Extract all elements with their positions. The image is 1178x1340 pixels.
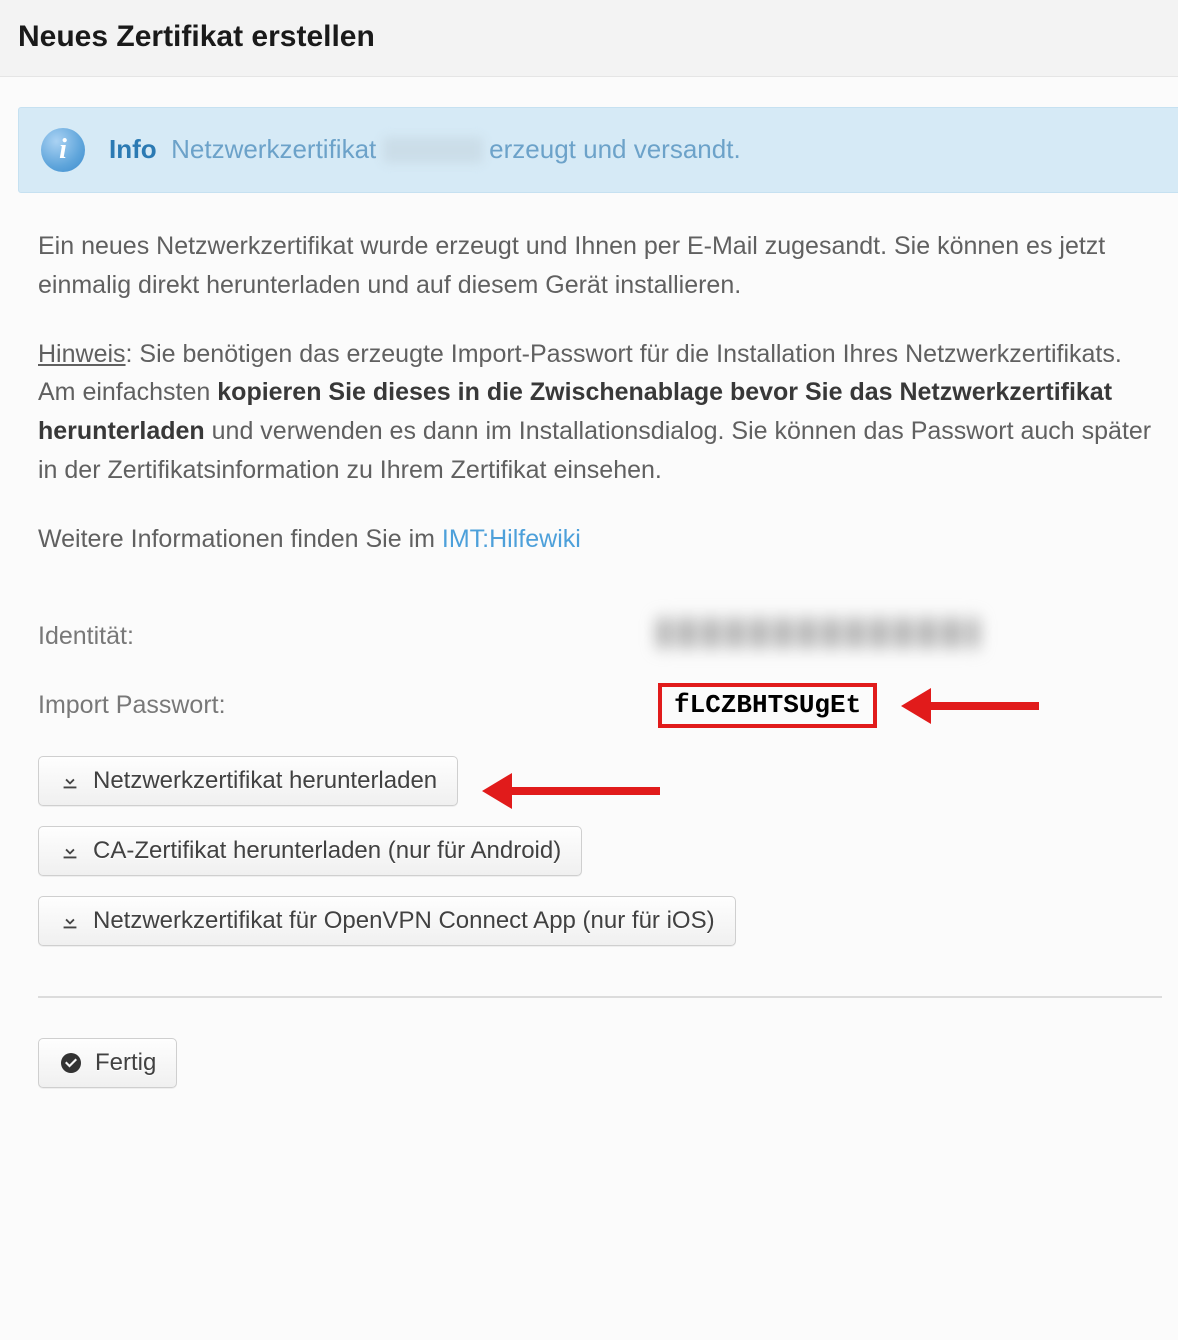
password-label: Import Passwort:: [38, 691, 658, 720]
identity-label: Identität:: [38, 622, 658, 651]
password-row: Import Passwort: fLCZBHTSUgEt: [38, 683, 1162, 728]
download-network-cert-button[interactable]: Netzwerkzertifikat herunterladen: [38, 756, 458, 806]
info-message: Info Netzwerkzertifikat erzeugt und vers…: [109, 134, 741, 167]
paragraph-moreinfo: Weitere Informationen finden Sie im IMT:…: [38, 520, 1162, 559]
moreinfo-text: Weitere Informationen finden Sie im: [38, 525, 442, 553]
certificate-details: Identität: Import Passwort: fLCZBHTSUgEt: [38, 618, 1162, 728]
password-value-wrap: fLCZBHTSUgEt: [658, 683, 1039, 728]
identity-value: [658, 618, 978, 655]
info-label: Info: [109, 134, 157, 164]
done-button[interactable]: Fertig: [38, 1038, 177, 1088]
download-openvpn-cert-label: Netzwerkzertifikat für OpenVPN Connect A…: [93, 907, 715, 935]
separator: [38, 996, 1162, 998]
redacted-cert-id: [383, 137, 483, 163]
paragraph-hint: Hinweis: Sie benötigen das erzeugte Impo…: [38, 335, 1162, 490]
check-circle-icon: [59, 1051, 83, 1075]
download-ca-cert-button[interactable]: CA-Zertifikat herunterladen (nur für And…: [38, 826, 582, 876]
download-buttons: Netzwerkzertifikat herunterladen CA-Zert…: [38, 756, 1162, 966]
info-icon: [41, 128, 85, 172]
paragraph-intro: Ein neues Netzwerkzertifikat wurde erzeu…: [38, 227, 1162, 305]
hint-label: Hinweis: [38, 340, 126, 368]
download-icon: [59, 840, 81, 862]
download-network-cert-label: Netzwerkzertifikat herunterladen: [93, 767, 437, 795]
page-title: Neues Zertifikat erstellen: [18, 20, 1160, 54]
download-icon: [59, 910, 81, 932]
arrow-annotation-password: [901, 688, 1039, 724]
info-text-before: Netzwerkzertifikat: [171, 134, 376, 164]
footer-actions: Fertig: [38, 1038, 1162, 1108]
redacted-identity: [658, 618, 978, 648]
identity-row: Identität:: [38, 618, 1162, 655]
info-alert: Info Netzwerkzertifikat erzeugt und vers…: [18, 107, 1178, 193]
download-icon: [59, 770, 81, 792]
import-password[interactable]: fLCZBHTSUgEt: [658, 683, 877, 728]
download-ca-cert-label: CA-Zertifikat herunterladen (nur für And…: [93, 837, 561, 865]
arrow-annotation-download: [482, 773, 660, 809]
download-openvpn-cert-button[interactable]: Netzwerkzertifikat für OpenVPN Connect A…: [38, 896, 736, 946]
hilfewiki-link[interactable]: IMT:Hilfewiki: [442, 525, 581, 553]
page-header: Neues Zertifikat erstellen: [0, 0, 1178, 77]
info-text-after: erzeugt und versandt.: [489, 134, 741, 164]
hint-text-b: und verwenden es dann im Installationsdi…: [38, 417, 1151, 484]
done-label: Fertig: [95, 1049, 156, 1077]
